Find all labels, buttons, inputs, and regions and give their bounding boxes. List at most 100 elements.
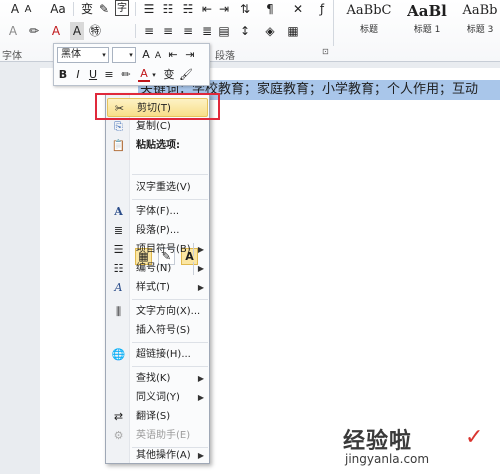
menu-item-text-direction[interactable]: ⫼ 文字方向(X)... — [107, 302, 208, 321]
enclose-char-icon[interactable]: ㊕ — [88, 22, 102, 40]
menu-item-label: 插入符号(S) — [136, 325, 191, 336]
checkmark-icon: ✓ — [465, 425, 484, 450]
character-border-button[interactable]: 字 — [115, 0, 129, 16]
hyperlink-globe-icon: 🌐 — [111, 348, 126, 361]
indent-icon[interactable]: ⇥ — [183, 47, 197, 63]
menu-item-insert-symbol[interactable]: 插入符号(S) — [107, 321, 208, 340]
bold-button[interactable]: B — [57, 67, 69, 83]
highlight-icon[interactable]: ✏ — [118, 67, 134, 83]
menu-item-reconvert[interactable]: 汉字重选(V) — [107, 178, 208, 197]
menu-item-label: 文字方向(X)... — [136, 306, 201, 317]
mini-toolbar: 黑体 ▾ ▾ A A ⇤ ⇥ B I U ≡ ✏ A ▾ 变 🖌 — [53, 43, 210, 86]
format-painter-brush-icon[interactable]: 🖌 — [179, 67, 193, 83]
font-color-button[interactable]: A — [138, 67, 150, 82]
borders-icon[interactable]: ▦ — [285, 22, 301, 40]
submenu-arrow-icon[interactable]: ▶ — [198, 259, 204, 278]
decrease-indent-icon[interactable]: ⇤ — [199, 0, 215, 18]
paragraph-dialog-launcher-icon[interactable]: ⊡ — [322, 47, 329, 56]
menu-item-more-actions[interactable]: 其他操作(A) ▶ — [107, 446, 208, 465]
shrink-font-icon[interactable]: A — [153, 48, 163, 64]
font-name-dropdown-icon[interactable]: ▾ — [99, 47, 109, 63]
clear-format-icon[interactable]: ✎ — [97, 0, 111, 18]
menu-separator — [132, 174, 208, 175]
menu-item-bullets[interactable]: ☰ 项目符号(B) ▶ — [107, 240, 208, 259]
cut-highlight-box — [95, 93, 220, 120]
align-right-icon[interactable]: ≡ — [180, 22, 196, 40]
menu-item-label: 项目符号(B) — [136, 244, 191, 255]
chinese-layout-icon[interactable]: ƒ — [316, 0, 328, 18]
menu-item-numbering[interactable]: ☷ 编号(N) ▶ — [107, 259, 208, 278]
align-left-icon[interactable]: ≡ — [141, 22, 157, 40]
menu-item-styles[interactable]: A 样式(T) ▶ — [107, 278, 208, 297]
distributed-icon[interactable]: ▤ — [216, 22, 232, 40]
watermark: 经验啦 ✓ jingyanla.com — [343, 423, 495, 471]
menu-item-label: 字体(F)... — [136, 206, 180, 217]
style-heading-1[interactable]: AaBl 标题 1 — [399, 0, 455, 40]
style-name: 标题 3 — [466, 25, 494, 35]
menu-item-label: 粘贴选项: — [136, 140, 180, 151]
menu-item-label: 编号(N) — [136, 263, 172, 274]
style-name: 标题 — [359, 25, 378, 35]
align-center-icon[interactable]: ≡ — [160, 22, 176, 40]
phonetic-guide-button[interactable]: 变 — [80, 0, 94, 18]
split-divider — [193, 243, 194, 256]
sort-icon[interactable]: ⇅ — [237, 0, 253, 18]
menu-item-label: 段落(P)... — [136, 225, 180, 236]
menu-item-english-assistant: ⚙ 英语助手(E) — [107, 426, 208, 445]
phonetic-icon[interactable]: 变 — [162, 67, 176, 83]
font-color-dropdown-icon[interactable]: ▾ — [150, 67, 158, 83]
style-title[interactable]: AaBbC 标题 — [341, 0, 397, 40]
grow-font-button[interactable]: A — [8, 0, 22, 18]
menu-item-label: 超链接(H)... — [136, 349, 191, 360]
shrink-font-button[interactable]: A — [22, 1, 34, 19]
line-spacing-icon[interactable]: ↕ — [237, 22, 253, 40]
char-shading-icon[interactable]: A — [70, 22, 84, 40]
style-sample: AaBbC — [346, 3, 392, 18]
copy-icon: ⎘ — [114, 120, 123, 133]
format-painter-icon[interactable]: ⇤ — [166, 47, 180, 63]
shading-icon[interactable]: ◈ — [262, 22, 278, 40]
text-effect-icon[interactable]: A — [6, 22, 20, 40]
justify-icon[interactable]: ≣ — [199, 22, 215, 40]
change-case-button[interactable]: Aa — [48, 0, 68, 18]
asian-layout-icon[interactable]: ✕ — [290, 0, 306, 18]
highlight-icon[interactable]: ✏ — [26, 22, 42, 40]
font-size-dropdown-icon[interactable]: ▾ — [126, 47, 136, 63]
menu-item-translate[interactable]: ⇄ 翻译(S) — [107, 407, 208, 426]
numbering-icon: ☷ — [113, 262, 124, 275]
menu-item-lookup[interactable]: 查找(K) ▶ — [107, 369, 208, 388]
menu-item-label: 英语助手(E) — [136, 430, 191, 441]
menu-item-synonyms[interactable]: 同义词(Y) ▶ — [107, 388, 208, 407]
watermark-name: 经验啦 — [343, 429, 413, 454]
multilevel-list-icon[interactable]: ☵ — [180, 0, 196, 18]
bullets-icon[interactable]: ☰ — [141, 0, 157, 18]
ribbon-divider — [333, 0, 334, 46]
align-center-icon[interactable]: ≡ — [102, 67, 116, 83]
context-menu: ✂ 剪切(T) ⎘ 复制(C) 📋 粘贴选项: ▦ ✎ A 汉字重选(V) A … — [105, 93, 210, 464]
watermark-url: jingyanla.com — [345, 452, 430, 466]
italic-button[interactable]: I — [72, 67, 84, 83]
menu-item-paragraph[interactable]: ≣ 段落(P)... — [107, 221, 208, 240]
font-icon: A — [114, 205, 123, 218]
underline-button[interactable]: U — [87, 67, 99, 83]
numbering-icon[interactable]: ☷ — [160, 0, 176, 18]
menu-item-label: 汉字重选(V) — [136, 182, 191, 193]
menu-item-hyperlink[interactable]: 🌐 超链接(H)... — [107, 345, 208, 364]
clipboard-icon: 📋 — [111, 139, 126, 152]
submenu-arrow-icon: ▶ — [197, 451, 204, 460]
menu-item-font[interactable]: A 字体(F)... — [107, 202, 208, 221]
font-group-label: 字体 — [2, 51, 22, 62]
increase-indent-icon[interactable]: ⇥ — [216, 0, 232, 18]
ribbon-divider — [135, 24, 136, 38]
show-marks-icon[interactable]: ¶ — [262, 0, 278, 18]
grow-font-icon[interactable]: A — [140, 47, 152, 63]
font-color-icon[interactable]: A — [49, 22, 63, 40]
styles-icon: A — [114, 281, 123, 294]
text-direction-icon: ⫼ — [115, 305, 122, 318]
style-heading-3[interactable]: AaBb 标题 3 — [452, 0, 500, 40]
submenu-arrow-icon[interactable]: ▶ — [198, 240, 204, 259]
english-assistant-icon: ⚙ — [113, 429, 124, 442]
menu-item-label: 翻译(S) — [136, 411, 171, 422]
submenu-arrow-icon: ▶ — [197, 283, 204, 292]
menu-separator — [132, 199, 208, 200]
